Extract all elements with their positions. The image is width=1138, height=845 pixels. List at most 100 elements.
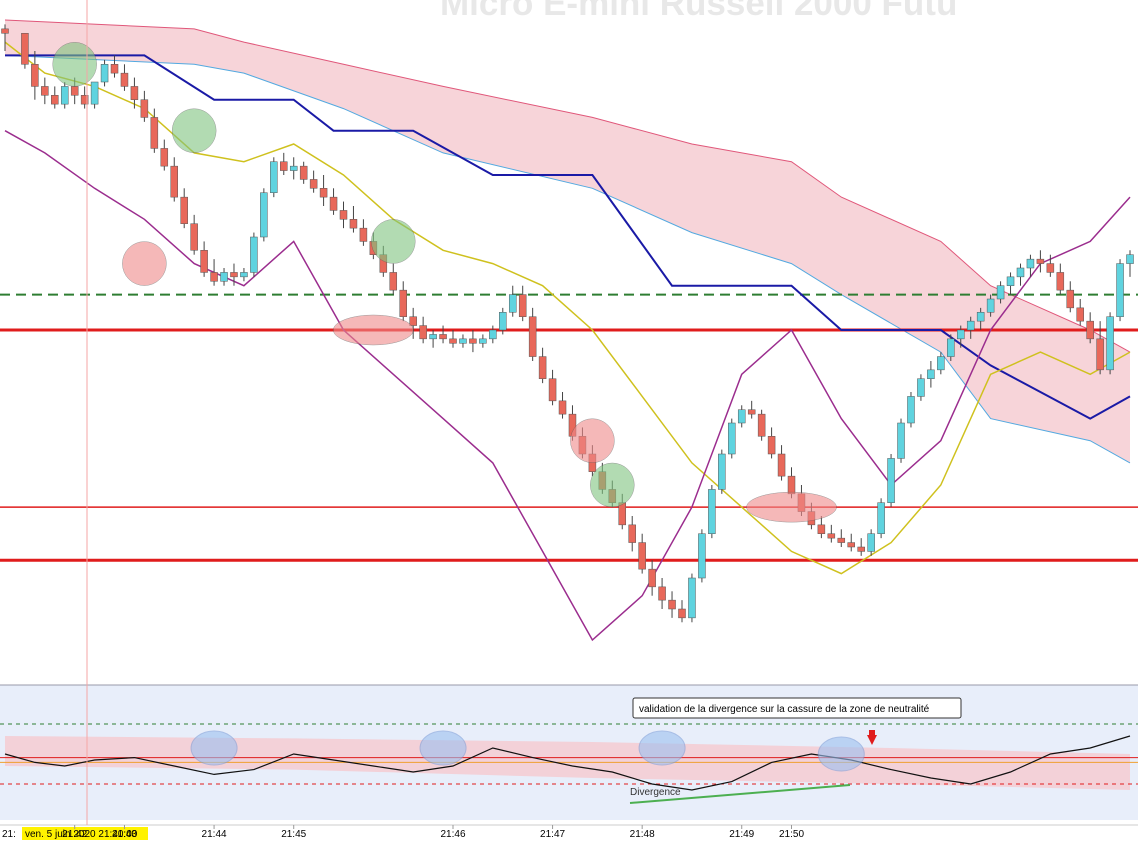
candle-body [90, 81, 99, 105]
candle-body [538, 356, 547, 379]
candle-body [518, 294, 527, 317]
candle-88 [887, 454, 895, 508]
candle-body [180, 196, 188, 224]
candle-body [668, 599, 676, 610]
ichimoku-chart[interactable]: Micro E-mini Russell 2000 Futu validatio… [0, 0, 1138, 840]
candle-body [827, 533, 836, 539]
candle-75 [757, 409, 766, 441]
x-tick-label-0: 21:42 [62, 829, 87, 840]
divergence-label: Divergence [630, 787, 681, 798]
x-tick-label-2: 21:44 [202, 829, 227, 840]
candle-body [429, 334, 437, 340]
candle-body [817, 524, 826, 534]
candle-body [1046, 263, 1055, 273]
candle-body [897, 422, 905, 459]
candle-body [927, 369, 935, 379]
chart-title: Micro E-mini Russell 2000 Futu [440, 0, 957, 23]
candle-body [1096, 338, 1104, 371]
annotation-text: validation de la divergence sur la cassu… [639, 704, 930, 715]
candle-body [1056, 272, 1065, 291]
candle-body [1076, 307, 1084, 322]
candle-body [877, 502, 885, 534]
breakout-arrow-stem [869, 730, 875, 735]
candle-body [708, 489, 716, 534]
candle-body [439, 334, 447, 340]
candle-body [190, 223, 198, 251]
chart-root: Micro E-mini Russell 2000 Futu validatio… [0, 0, 1138, 840]
osc-ellipse-0 [190, 730, 238, 766]
candle-body [200, 250, 208, 273]
candle-body [1126, 254, 1134, 264]
candle-body [638, 542, 646, 570]
candle-body [947, 338, 955, 357]
candle-body [359, 227, 368, 242]
candle-body [737, 409, 746, 424]
x-tick-label-6: 21:48 [630, 829, 655, 840]
x-tick-label-1: 21:43 [112, 829, 137, 840]
x-tick-label-7: 21:49 [729, 829, 754, 840]
ellipse-6 [590, 462, 635, 508]
candle-26 [270, 157, 278, 198]
candle-body [528, 316, 537, 357]
candle-body [548, 378, 557, 402]
candle-89 [897, 418, 905, 463]
candle-body [260, 192, 268, 238]
candle-body [558, 400, 567, 415]
candle-body [309, 179, 318, 189]
candle-body [459, 338, 467, 344]
osc-ellipse-1 [419, 730, 467, 766]
candle-body [289, 165, 298, 171]
candle-body [1036, 258, 1045, 264]
osc-ellipse-3 [817, 736, 865, 772]
candle-body [389, 272, 398, 291]
candle-body [1, 28, 9, 34]
candle-body [787, 475, 796, 495]
osc-ellipse-2 [638, 730, 686, 766]
candle-body [299, 165, 308, 180]
candle-body [70, 86, 79, 96]
candle-body [957, 329, 965, 340]
candle-body [240, 272, 248, 278]
candle-body [270, 161, 278, 193]
ellipse-2 [371, 219, 416, 264]
ellipse-0 [52, 42, 97, 87]
candle-body [280, 161, 288, 171]
candle-body [60, 86, 69, 105]
candle-body [966, 320, 975, 331]
candle-body [728, 422, 736, 455]
ellipse-4 [333, 314, 414, 346]
candle-body [678, 608, 686, 619]
candle-body [220, 272, 228, 282]
candle-body [996, 285, 1005, 300]
candle-body [628, 524, 636, 543]
candle-body [907, 396, 915, 424]
x-tick-label-8: 21:50 [779, 829, 804, 840]
oscillator-panel: validation de la divergence sur la cassu… [0, 684, 1138, 820]
candle-body [230, 272, 238, 278]
candle-body [449, 338, 457, 344]
candle-1 [21, 33, 29, 69]
candle-body [479, 338, 487, 344]
candle-body [21, 33, 29, 65]
candle-111 [1116, 259, 1124, 322]
candle-body [718, 453, 726, 490]
candle-body [419, 325, 427, 340]
candle-body [867, 533, 875, 552]
ellipse-7 [746, 491, 837, 523]
candle-body [857, 546, 865, 552]
candle-body [210, 272, 218, 282]
candle-body [1116, 263, 1124, 317]
x-axis-bg [0, 825, 1138, 840]
candle-69 [698, 529, 706, 583]
candle-body [469, 338, 477, 344]
candle-body [837, 537, 846, 543]
x-tick-label-3: 21:45 [281, 829, 306, 840]
candle-body [887, 458, 895, 503]
candle-body [847, 542, 855, 548]
candle-24 [250, 232, 258, 277]
candle-body [329, 196, 338, 211]
candle-body [100, 64, 109, 83]
candle-body [1066, 289, 1075, 309]
candle-body [1006, 276, 1015, 286]
candle-body [917, 378, 925, 397]
